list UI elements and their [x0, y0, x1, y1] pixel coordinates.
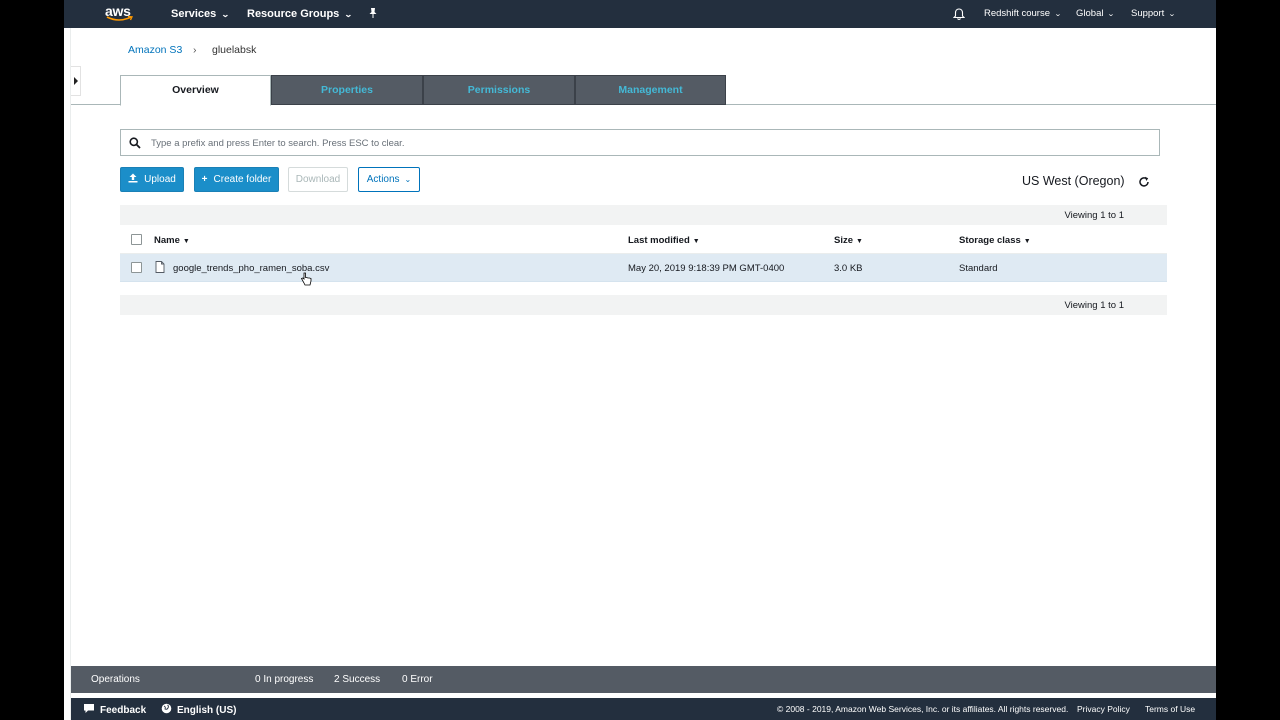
- language-selector[interactable]: English (US): [161, 703, 236, 716]
- upload-button[interactable]: Upload: [120, 167, 184, 192]
- column-name-label: Name: [154, 235, 180, 246]
- column-storage-class[interactable]: Storage class ▼: [959, 235, 1031, 246]
- feedback-link[interactable]: Feedback: [83, 703, 146, 716]
- terms-of-use-link[interactable]: Terms of Use: [1145, 704, 1195, 714]
- region-menu[interactable]: Global ⌄: [1076, 0, 1116, 28]
- bucket-region: US West (Oregon): [1022, 174, 1125, 188]
- privacy-policy-link[interactable]: Privacy Policy: [1077, 704, 1130, 714]
- language-label: English (US): [177, 705, 237, 716]
- operations-in-progress: 0 In progress: [255, 674, 314, 685]
- viewing-count: Viewing 1 to 1: [1064, 300, 1124, 311]
- aws-logo[interactable]: aws: [105, 4, 135, 24]
- caret-right-icon: [74, 77, 78, 85]
- download-button[interactable]: Download: [288, 167, 348, 192]
- plus-icon: +: [201, 174, 208, 185]
- breadcrumb-current: gluelabsk: [212, 44, 257, 56]
- services-menu[interactable]: Services ⌄: [171, 0, 230, 28]
- upload-icon: [128, 168, 138, 191]
- actions-label: Actions: [366, 174, 400, 185]
- column-last-modified-label: Last modified: [628, 235, 690, 246]
- console-frame: aws Services ⌄ Resource Groups ⌄ Redshif…: [64, 0, 1216, 720]
- sort-down-icon: ▼: [182, 238, 190, 245]
- operations-error: 0 Error: [402, 674, 433, 685]
- chevron-down-icon: ⌄: [221, 10, 230, 19]
- operations-success: 2 Success: [334, 674, 381, 685]
- create-folder-button[interactable]: + Create folder: [194, 167, 279, 192]
- column-storage-class-label: Storage class: [959, 235, 1021, 246]
- feedback-label: Feedback: [100, 705, 147, 716]
- account-menu[interactable]: Redshift course ⌄: [984, 0, 1062, 28]
- speech-bubble-icon: [84, 704, 94, 713]
- chevron-down-icon: ⌄: [404, 175, 412, 184]
- actions-dropdown[interactable]: Actions ⌄: [358, 167, 420, 192]
- search-icon: [129, 137, 141, 149]
- sort-down-icon: ▼: [856, 238, 863, 245]
- sidebar-toggle[interactable]: [71, 66, 81, 96]
- file-size: 3.0 KB: [834, 263, 863, 274]
- column-last-modified[interactable]: Last modified ▼: [628, 235, 700, 246]
- support-label: Support: [1131, 8, 1165, 19]
- resource-groups-menu[interactable]: Resource Groups ⌄: [247, 0, 354, 28]
- column-size-label: Size: [834, 235, 854, 246]
- search-box: [120, 129, 1160, 156]
- chevron-down-icon: ⌄: [344, 10, 354, 19]
- chevron-down-icon: ⌄: [1107, 11, 1116, 18]
- pagination-top: Viewing 1 to 1: [120, 205, 1167, 225]
- upload-label: Upload: [144, 174, 176, 185]
- sort-down-icon: ▼: [692, 238, 700, 245]
- bell-icon: [952, 8, 966, 21]
- notifications-button[interactable]: [952, 0, 966, 28]
- file-last-modified: May 20, 2019 9:18:39 PM GMT-0400: [628, 263, 785, 274]
- resource-groups-label: Resource Groups: [247, 8, 340, 20]
- select-all-checkbox[interactable]: [131, 234, 142, 245]
- pagination-bottom: Viewing 1 to 1: [120, 295, 1167, 315]
- sort-down-icon: ▼: [1023, 238, 1031, 245]
- breadcrumb-amazon-s3[interactable]: Amazon S3: [128, 44, 182, 56]
- refresh-icon[interactable]: [1138, 176, 1150, 188]
- tab-overview[interactable]: Overview: [120, 75, 271, 106]
- account-label: Redshift course: [984, 8, 1051, 19]
- breadcrumb-separator-icon: ›: [193, 44, 197, 56]
- column-size[interactable]: Size ▼: [834, 235, 863, 246]
- file-icon: [155, 261, 165, 273]
- chevron-down-icon: ⌄: [1054, 11, 1062, 18]
- region-label: Global: [1076, 8, 1104, 19]
- globe-icon: [161, 703, 172, 714]
- pin-button[interactable]: [368, 0, 378, 28]
- tab-management[interactable]: Management: [575, 75, 726, 105]
- sidebar-edge: [64, 28, 71, 720]
- top-navigation: aws Services ⌄ Resource Groups ⌄ Redshif…: [64, 0, 1216, 28]
- services-label: Services: [171, 8, 217, 20]
- copyright-text: © 2008 - 2019, Amazon Web Services, Inc.…: [777, 704, 1069, 714]
- row-checkbox[interactable]: [131, 262, 142, 273]
- footer: Feedback English (US) © 2008 - 2019, Ama…: [71, 698, 1216, 720]
- pin-icon: [369, 8, 377, 18]
- table-header: Name ▼ Last modified ▼ Size ▼ Storage class…: [120, 226, 1167, 254]
- support-menu[interactable]: Support ⌄: [1131, 0, 1177, 28]
- operations-label: Operations: [91, 674, 140, 685]
- column-name[interactable]: Name ▼: [154, 235, 190, 246]
- tab-permissions[interactable]: Permissions: [423, 75, 575, 105]
- hand-cursor-icon: [300, 272, 312, 286]
- viewing-count: Viewing 1 to 1: [1064, 210, 1124, 221]
- operations-bar[interactable]: Operations 0 In progress 2 Success 0 Err…: [71, 666, 1216, 693]
- file-storage-class: Standard: [959, 263, 998, 274]
- tab-properties[interactable]: Properties: [271, 75, 423, 105]
- chevron-down-icon: ⌄: [1168, 11, 1177, 18]
- aws-smile-icon: [106, 16, 133, 21]
- search-input[interactable]: [151, 133, 1131, 153]
- create-folder-label: Create folder: [213, 174, 272, 185]
- table-row[interactable]: google_trends_pho_ramen_soba.csv May 20,…: [120, 254, 1167, 282]
